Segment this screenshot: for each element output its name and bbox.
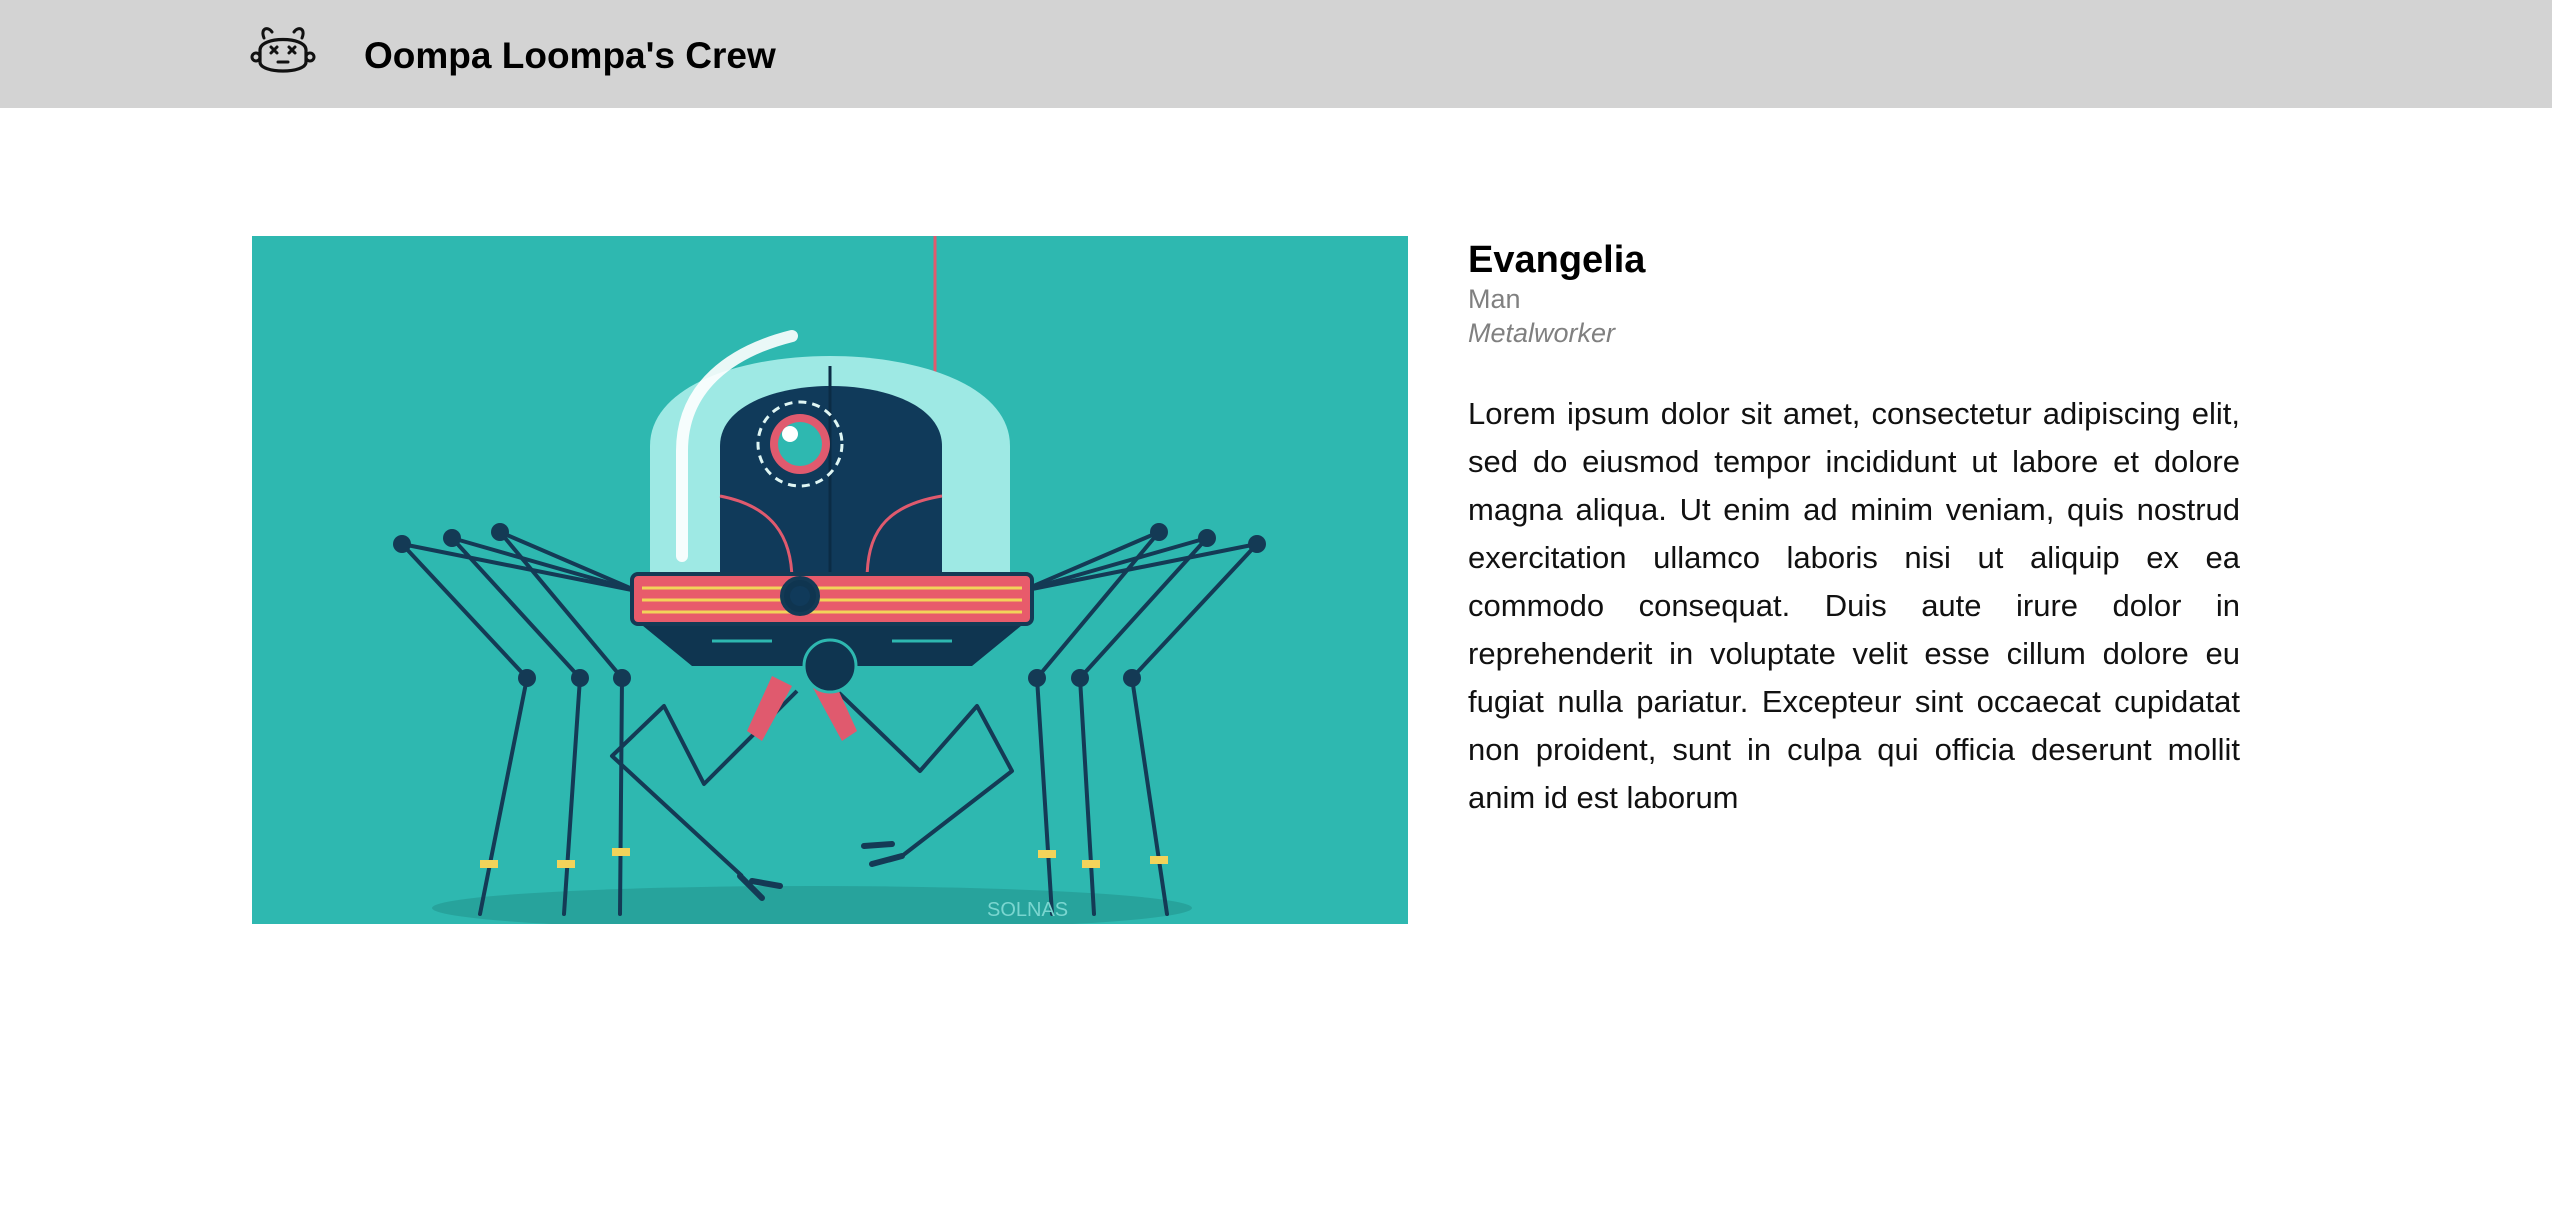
profile-details: Evangelia Man Metalworker Lorem ipsum do… (1468, 236, 2240, 822)
spider-robot-illustration: SOLNAS (252, 236, 1408, 924)
profile-image: SOLNAS (252, 236, 1408, 924)
top-header-bar: Oompa Loompa's Crew (0, 0, 2552, 108)
robot-face-icon[interactable] (250, 24, 316, 80)
illustration-signature: SOLNAS (987, 899, 1068, 921)
profile-profession: Metalworker (1468, 318, 1616, 348)
profile-gender: Man (1468, 284, 1521, 314)
app-title[interactable]: Oompa Loompa's Crew (364, 30, 776, 82)
profile-description: Lorem ipsum dolor sit amet, consectetur … (1468, 396, 2240, 815)
profile-name: Evangelia (1468, 239, 1646, 281)
